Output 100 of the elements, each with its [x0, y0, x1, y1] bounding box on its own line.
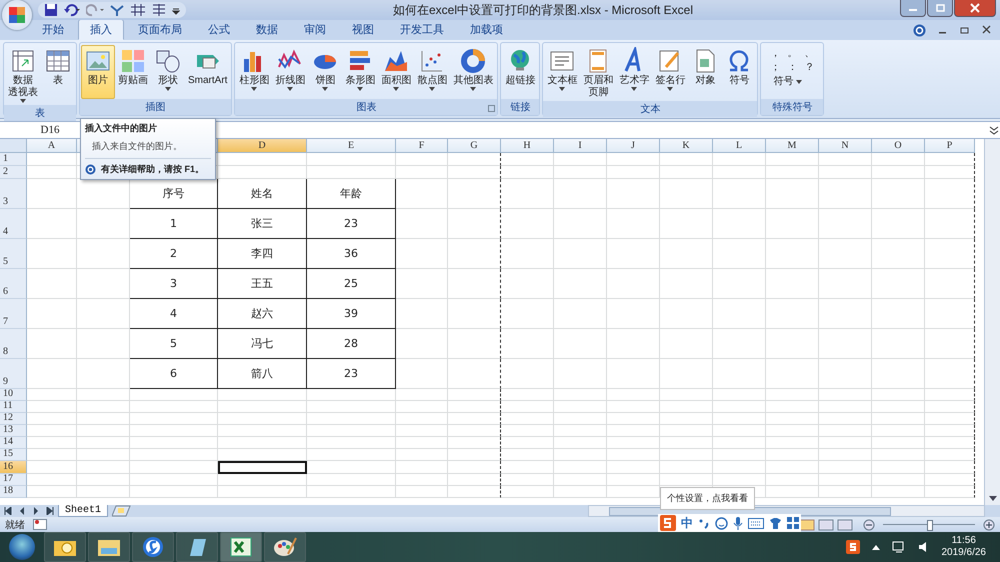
column-header[interactable]: L — [713, 139, 766, 153]
table-cell[interactable]: 23 — [307, 209, 396, 239]
table-cell[interactable]: 3 — [130, 269, 218, 299]
spreadsheet-cell[interactable] — [925, 239, 975, 269]
column-header[interactable]: F — [396, 139, 448, 153]
macro-record-icon[interactable] — [33, 519, 47, 530]
spreadsheet-cell[interactable] — [448, 239, 501, 269]
spreadsheet-cell[interactable] — [925, 166, 975, 179]
row-header[interactable]: 12 — [0, 413, 27, 425]
input-mode-button[interactable]: 中 — [681, 514, 693, 532]
spreadsheet-cell[interactable] — [925, 389, 975, 401]
row-header[interactable]: 6 — [0, 269, 27, 299]
column-header[interactable]: K — [660, 139, 713, 153]
taskbar-app-icon[interactable] — [176, 532, 218, 562]
ribbon-button[interactable]: 散点图 — [414, 45, 450, 99]
spreadsheet-cell[interactable] — [925, 486, 975, 498]
row-header[interactable]: 4 — [0, 209, 27, 239]
table-cell[interactable]: 2 — [130, 239, 218, 269]
row-header[interactable]: 1 — [0, 153, 27, 166]
table-cell[interactable]: 25 — [307, 269, 396, 299]
ribbon-button[interactable]: 条形图 — [342, 45, 378, 99]
expand-icon[interactable] — [988, 124, 1000, 136]
spreadsheet-cell[interactable] — [448, 299, 501, 329]
symbol-dropdown[interactable]: 符号 — [767, 74, 818, 88]
row-header[interactable]: 9 — [0, 359, 27, 389]
row-header[interactable]: 16 — [0, 461, 27, 474]
spreadsheet-cell[interactable] — [448, 166, 501, 179]
spreadsheet-cell[interactable] — [925, 329, 975, 359]
ribbon-tab[interactable]: 数据 — [244, 19, 290, 40]
table-cell[interactable]: 箭八 — [218, 359, 307, 389]
spreadsheet-cell[interactable] — [448, 401, 501, 413]
smiley-icon[interactable] — [715, 516, 728, 530]
ribbon-button[interactable]: 剪贴画 — [115, 45, 151, 99]
zoom-out-icon[interactable] — [863, 518, 875, 530]
ribbon-button[interactable]: 符号 — [722, 45, 756, 101]
next-sheet-icon[interactable] — [32, 507, 40, 515]
table-cell[interactable]: 39 — [307, 299, 396, 329]
spreadsheet-cell[interactable] — [925, 425, 975, 437]
grid-icon[interactable] — [130, 3, 146, 17]
column-header[interactable]: E — [307, 139, 396, 153]
table-cell[interactable]: 4 — [130, 299, 218, 329]
ribbon-tab[interactable]: 审阅 — [292, 19, 338, 40]
column-header[interactable]: O — [872, 139, 925, 153]
previous-sheet-icon[interactable] — [18, 507, 26, 515]
spreadsheet-cell[interactable] — [448, 209, 501, 239]
table-cell[interactable]: 冯七 — [218, 329, 307, 359]
spreadsheet-cell[interactable] — [925, 413, 975, 425]
show-hidden-icon[interactable] — [872, 544, 880, 550]
spreadsheet-cell[interactable] — [925, 461, 975, 474]
symbol-button[interactable]: 、 — [801, 46, 818, 60]
close-button[interactable] — [954, 0, 996, 17]
ribbon-button[interactable]: 柱形图 — [236, 45, 272, 99]
spreadsheet-cell[interactable] — [925, 449, 975, 461]
spreadsheet-cell[interactable] — [448, 329, 501, 359]
table-cell[interactable]: 36 — [307, 239, 396, 269]
microphone-icon[interactable] — [733, 516, 743, 530]
column-header[interactable]: J — [607, 139, 660, 153]
spreadsheet-cell[interactable] — [925, 269, 975, 299]
sheet-tab[interactable]: Sheet1 — [58, 505, 108, 517]
ribbon-button[interactable]: 饼图 — [308, 45, 342, 99]
column-header[interactable]: I — [554, 139, 607, 153]
row-header[interactable]: 7 — [0, 299, 27, 329]
table-cell[interactable]: 李四 — [218, 239, 307, 269]
table-cell[interactable]: 姓名 — [218, 179, 307, 209]
column-header[interactable]: P — [925, 139, 975, 153]
spreadsheet-cell[interactable] — [448, 389, 501, 401]
clock[interactable]: 11:56 2019/6/26 — [942, 535, 986, 559]
spreadsheet-cell[interactable] — [448, 413, 501, 425]
spreadsheet-cell[interactable] — [448, 359, 501, 389]
select-all-corner[interactable] — [0, 139, 27, 153]
ribbon-button[interactable]: 折线图 — [272, 45, 308, 99]
help-icon[interactable] — [913, 24, 926, 36]
column-header[interactable]: A — [27, 139, 77, 153]
close-icon[interactable] — [982, 25, 992, 35]
restore-button[interactable] — [927, 0, 953, 17]
ribbon-tab[interactable]: 视图 — [340, 19, 386, 40]
spreadsheet-cell[interactable] — [925, 299, 975, 329]
zoom-slider-thumb[interactable] — [927, 520, 933, 530]
ribbon-button[interactable]: 对象 — [688, 45, 722, 101]
connector-icon[interactable] — [109, 3, 125, 17]
new-sheet-icon[interactable] — [112, 505, 132, 517]
ribbon-button[interactable]: 面积图 — [378, 45, 414, 99]
table-cell[interactable]: 赵六 — [218, 299, 307, 329]
spreadsheet-cell[interactable] — [448, 425, 501, 437]
vertical-scrollbar[interactable] — [984, 139, 1000, 505]
spreadsheet-cell[interactable] — [448, 269, 501, 299]
start-button[interactable] — [9, 534, 35, 560]
spreadsheet-cell[interactable] — [925, 474, 975, 486]
grid-icon[interactable] — [787, 517, 799, 529]
row-header[interactable]: 10 — [0, 389, 27, 401]
column-header[interactable]: D — [218, 139, 307, 153]
dialog-launcher-icon[interactable] — [488, 105, 496, 112]
symbol-button[interactable]: ； — [767, 60, 784, 74]
taskbar-app-icon[interactable] — [132, 532, 174, 562]
row-header[interactable]: 17 — [0, 474, 27, 486]
keyboard-icon[interactable] — [748, 518, 764, 528]
table-cell[interactable]: 6 — [130, 359, 218, 389]
table-cell[interactable]: 5 — [130, 329, 218, 359]
row-header[interactable]: 15 — [0, 449, 27, 461]
table-cell[interactable]: 28 — [307, 329, 396, 359]
